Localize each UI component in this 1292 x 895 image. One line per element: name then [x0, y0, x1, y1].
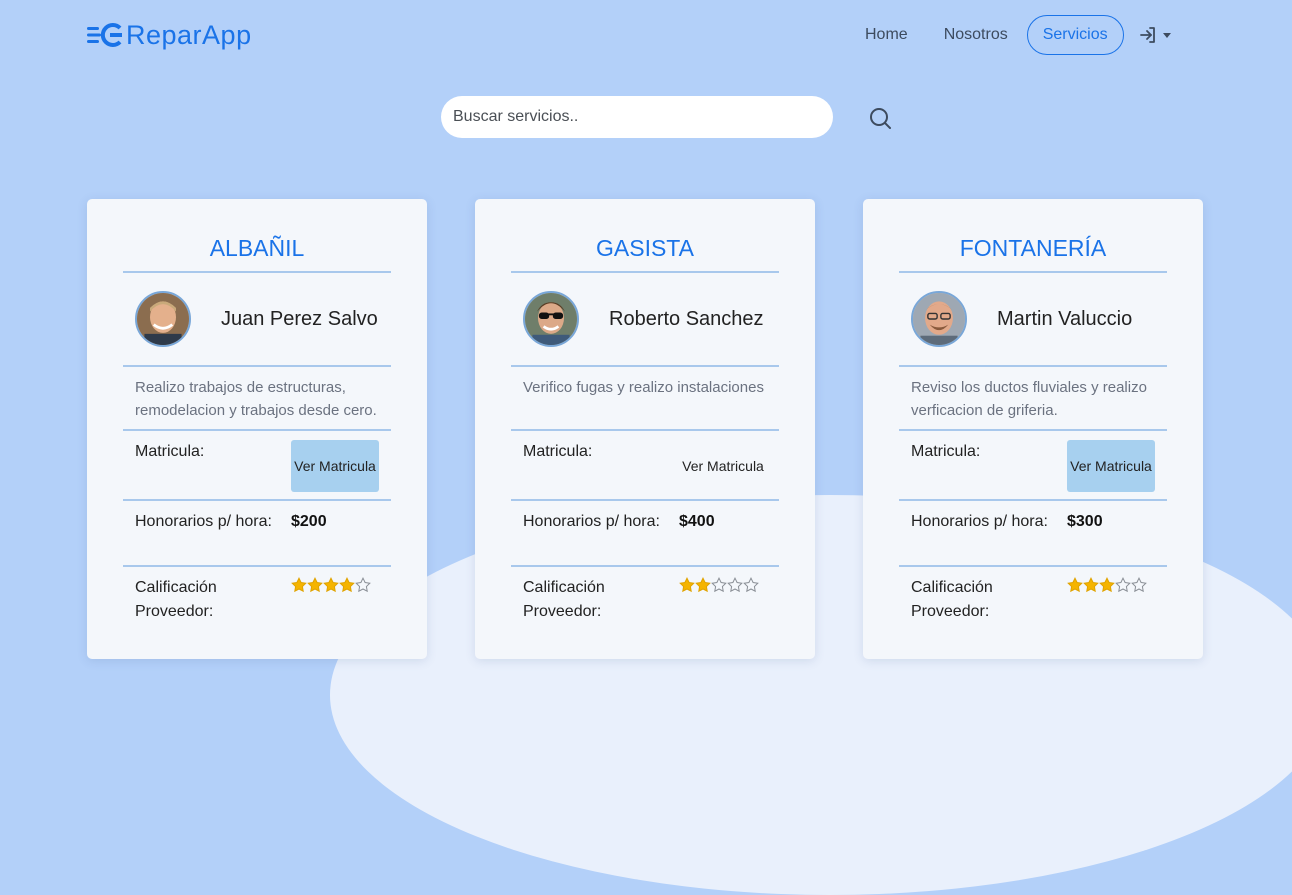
fee-label: Honorarios p/ hora:	[523, 513, 660, 530]
star-filled-icon	[307, 577, 323, 593]
provider-photo	[525, 293, 577, 345]
fee-value: $400	[679, 513, 715, 530]
provider-name: Juan Perez Salvo	[221, 307, 378, 330]
matricula-row: Matricula: Ver Matricula	[123, 431, 391, 499]
matricula-row: Matricula: Ver Matricula	[899, 431, 1167, 499]
service-description: Reviso los ductos fluviales y realizo ve…	[911, 379, 1147, 419]
provider-name: Martin Valuccio	[997, 307, 1133, 330]
search-button[interactable]	[866, 104, 894, 132]
rating-label: Calificación Proveedor:	[911, 579, 993, 620]
fee-label: Honorarios p/ hora:	[911, 513, 1048, 530]
service-card-albanil: ALBAÑIL Juan Perez Salvo Realizo trabajo…	[87, 199, 427, 659]
star-filled-icon	[1083, 577, 1099, 593]
star-filled-icon	[291, 577, 307, 593]
star-filled-icon	[695, 577, 711, 593]
chevron-down-icon	[1162, 32, 1171, 38]
star-empty-icon	[355, 577, 371, 593]
star-empty-icon	[1115, 577, 1131, 593]
star-filled-icon	[323, 577, 339, 593]
service-card-gasista: GASISTA Roberto Sanchez Verifico fugas y…	[475, 199, 815, 659]
login-dropdown[interactable]	[1138, 25, 1171, 45]
rating-label: Calificación Proveedor:	[135, 579, 217, 620]
matricula-row: Matricula: Ver Matricula	[511, 431, 779, 499]
star-empty-icon	[743, 577, 759, 593]
card-title: FONTANERÍA	[959, 235, 1107, 261]
star-filled-icon	[1099, 577, 1115, 593]
avatar[interactable]	[523, 291, 579, 347]
star-filled-icon	[1067, 577, 1083, 593]
wrench-logo-icon	[87, 23, 122, 47]
star-empty-icon	[711, 577, 727, 593]
star-rating	[679, 567, 759, 635]
fee-row: Honorarios p/ hora: $200	[123, 501, 391, 565]
brand-name: ReparApp	[126, 19, 252, 50]
provider-row: Martin Valuccio	[899, 273, 1167, 365]
card-title: ALBAÑIL	[209, 235, 305, 261]
provider-photo	[137, 293, 189, 345]
fee-value: $200	[291, 513, 327, 530]
login-icon	[1139, 27, 1155, 43]
service-description: Verifico fugas y realizo instalaciones	[523, 379, 764, 396]
brand-logo[interactable]: ReparApp	[87, 18, 252, 52]
view-matricula-button[interactable]: Ver Matricula	[291, 440, 379, 492]
avatar[interactable]	[135, 291, 191, 347]
matricula-label: Matricula:	[523, 443, 593, 460]
star-filled-icon	[679, 577, 695, 593]
star-rating	[1067, 567, 1147, 635]
rating-row: Calificación Proveedor:	[899, 567, 1167, 635]
view-matricula-button[interactable]: Ver Matricula	[1067, 440, 1155, 492]
service-description: Realizo trabajos de estructuras, remodel…	[135, 379, 377, 419]
provider-name: Roberto Sanchez	[609, 307, 764, 330]
star-rating	[291, 567, 371, 635]
search-icon	[870, 108, 891, 129]
matricula-label: Matricula:	[135, 443, 205, 460]
search-input[interactable]	[441, 96, 833, 138]
provider-photo	[913, 293, 965, 345]
rating-row: Calificación Proveedor:	[123, 567, 391, 635]
service-card-fontaneria: FONTANERÍA Martin Valuccio Reviso los du…	[863, 199, 1203, 659]
rating-row: Calificación Proveedor:	[511, 567, 779, 635]
fee-label: Honorarios p/ hora:	[135, 513, 272, 530]
view-matricula-button[interactable]: Ver Matricula	[679, 440, 767, 492]
star-filled-icon	[339, 577, 355, 593]
nav-nosotros[interactable]: Nosotros	[927, 15, 1025, 55]
fee-value: $300	[1067, 513, 1103, 530]
provider-row: Juan Perez Salvo	[123, 273, 391, 365]
matricula-label: Matricula:	[911, 443, 981, 460]
rating-label: Calificación Proveedor:	[523, 579, 605, 620]
nav-home[interactable]: Home	[848, 15, 925, 55]
card-title: GASISTA	[596, 235, 694, 261]
fee-row: Honorarios p/ hora: $400	[511, 501, 779, 565]
fee-row: Honorarios p/ hora: $300	[899, 501, 1167, 565]
avatar[interactable]	[911, 291, 967, 347]
star-empty-icon	[1131, 577, 1147, 593]
star-empty-icon	[727, 577, 743, 593]
provider-row: Roberto Sanchez	[511, 273, 779, 365]
main-nav: Home Nosotros Servicios	[848, 15, 1171, 55]
nav-servicios[interactable]: Servicios	[1026, 15, 1124, 55]
